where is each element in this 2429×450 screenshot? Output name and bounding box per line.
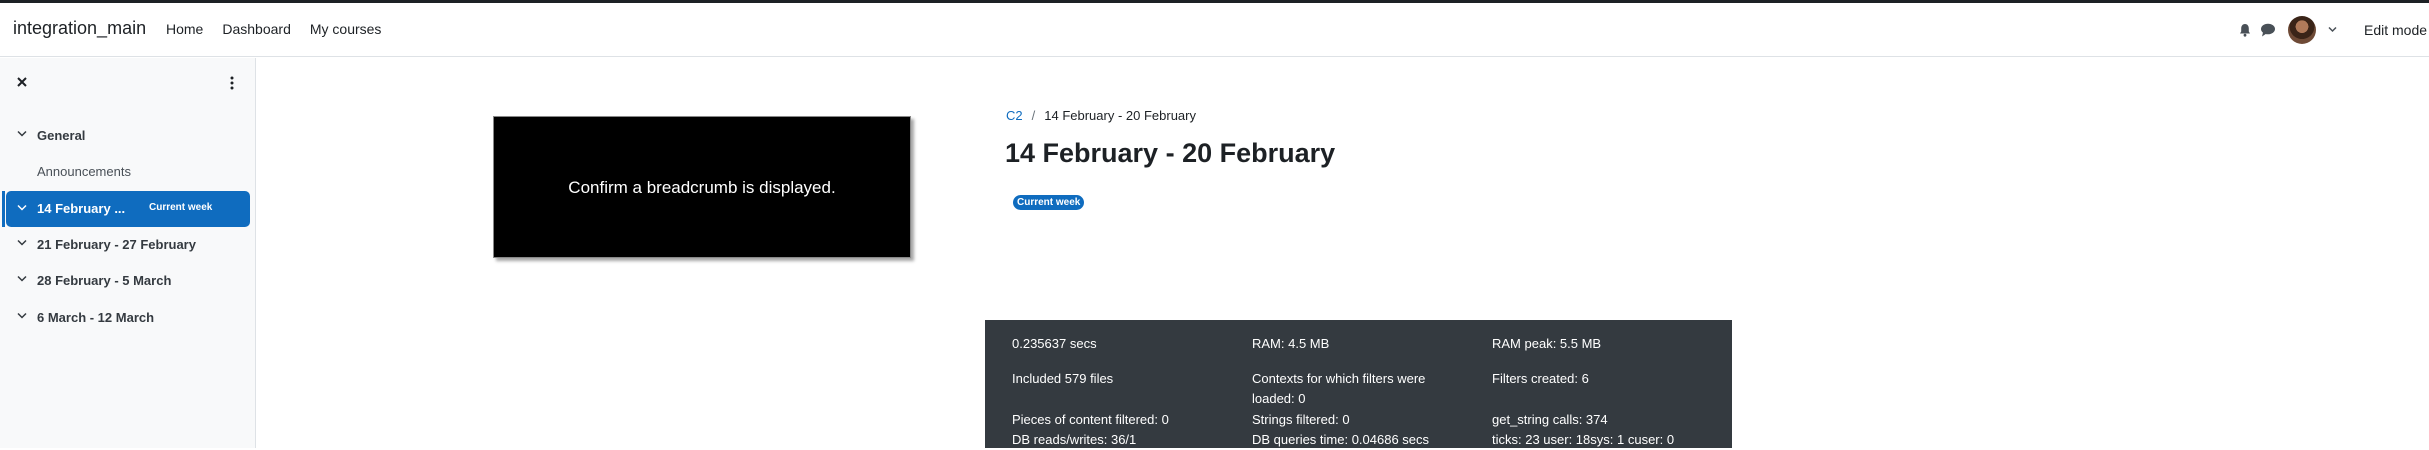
perf-get-string: get_string calls: 374 xyxy=(1492,412,1608,427)
section-title: 28 February - 5 March xyxy=(37,273,172,288)
activity-title: Announcements xyxy=(37,164,131,179)
breadcrumb-separator: / xyxy=(1031,108,1036,123)
section-title: 14 February ... xyxy=(37,201,126,216)
breadcrumb: C2 / 14 February - 20 February xyxy=(1006,108,1196,123)
close-icon[interactable] xyxy=(15,75,29,89)
perf-files: Included 579 files xyxy=(1012,371,1114,386)
perf-strings-filtered: Strings filtered: 0 xyxy=(1252,412,1350,427)
course-index-section-3[interactable]: 28 February - 5 March xyxy=(0,265,256,295)
nav-home[interactable]: Home xyxy=(166,21,203,37)
section-title: General xyxy=(37,128,86,143)
chevron-down-icon[interactable] xyxy=(17,275,27,283)
navbar: integration_main Home Dashboard My cours… xyxy=(0,3,2429,57)
primary-navigation: Home Dashboard My courses xyxy=(166,21,381,37)
edit-mode-toggle[interactable]: Edit mode xyxy=(2364,22,2427,38)
perf-contexts: Contexts for which filters were loaded: … xyxy=(1252,371,1426,406)
perf-ram-peak: RAM peak: 5.5 MB xyxy=(1492,336,1602,351)
course-index-section-general[interactable]: General xyxy=(0,120,256,150)
section-title: 21 February - 27 February xyxy=(37,237,196,252)
overlay-message: Confirm a breadcrumb is displayed. xyxy=(568,178,836,197)
chevron-down-icon[interactable] xyxy=(2328,25,2337,34)
breadcrumb-course-link[interactable]: C2 xyxy=(1006,108,1023,123)
avatar[interactable] xyxy=(2288,16,2316,44)
nav-dashboard[interactable]: Dashboard xyxy=(222,21,291,37)
performance-info: 0.235637 secs RAM: 4.5 MB RAM peak: 5.5 … xyxy=(985,320,1732,448)
page-title: 14 February - 20 February xyxy=(1005,138,1336,168)
active-indicator xyxy=(2,191,5,227)
chevron-down-icon[interactable] xyxy=(17,312,27,320)
perf-filters-created: Filters created: 6 xyxy=(1492,371,1589,386)
section-title: 6 March - 12 March xyxy=(37,310,155,325)
course-index-activity-announcements[interactable]: Announcements xyxy=(0,156,256,186)
perf-content-filtered: Pieces of content filtered: 0 xyxy=(1012,412,1169,427)
current-week-badge: Current week xyxy=(149,202,213,213)
perf-db-rw: DB reads/writes: 36/1 xyxy=(1012,432,1137,447)
course-index-drawer: General Announcements 14 February ... Cu… xyxy=(0,58,256,448)
bell-icon[interactable] xyxy=(2238,23,2252,37)
chevron-down-icon[interactable] xyxy=(17,239,27,247)
course-index-section-4[interactable]: 6 March - 12 March xyxy=(0,302,256,332)
nav-my-courses[interactable]: My courses xyxy=(310,21,382,37)
breadcrumb-current: 14 February - 20 February xyxy=(1044,108,1196,123)
course-index-section-current[interactable]: 14 February ... Current week xyxy=(6,191,250,227)
instruction-overlay: Confirm a breadcrumb is displayed. xyxy=(493,116,911,258)
chat-icon[interactable] xyxy=(2260,23,2276,37)
perf-ticks: ticks: 23 user: 18sys: 1 cuser: 0 xyxy=(1492,432,1675,447)
chevron-down-icon[interactable] xyxy=(17,204,27,212)
perf-ram: RAM: 4.5 MB xyxy=(1252,336,1330,351)
perf-db-time: DB queries time: 0.04686 secs xyxy=(1252,432,1430,447)
course-index-section-2[interactable]: 21 February - 27 February xyxy=(0,229,256,259)
site-name[interactable]: integration_main xyxy=(13,18,146,39)
kebab-icon[interactable] xyxy=(228,75,236,91)
chevron-down-icon[interactable] xyxy=(17,130,27,138)
current-week-badge: Current week xyxy=(1013,195,1085,210)
perf-time: 0.235637 secs xyxy=(1012,336,1097,351)
